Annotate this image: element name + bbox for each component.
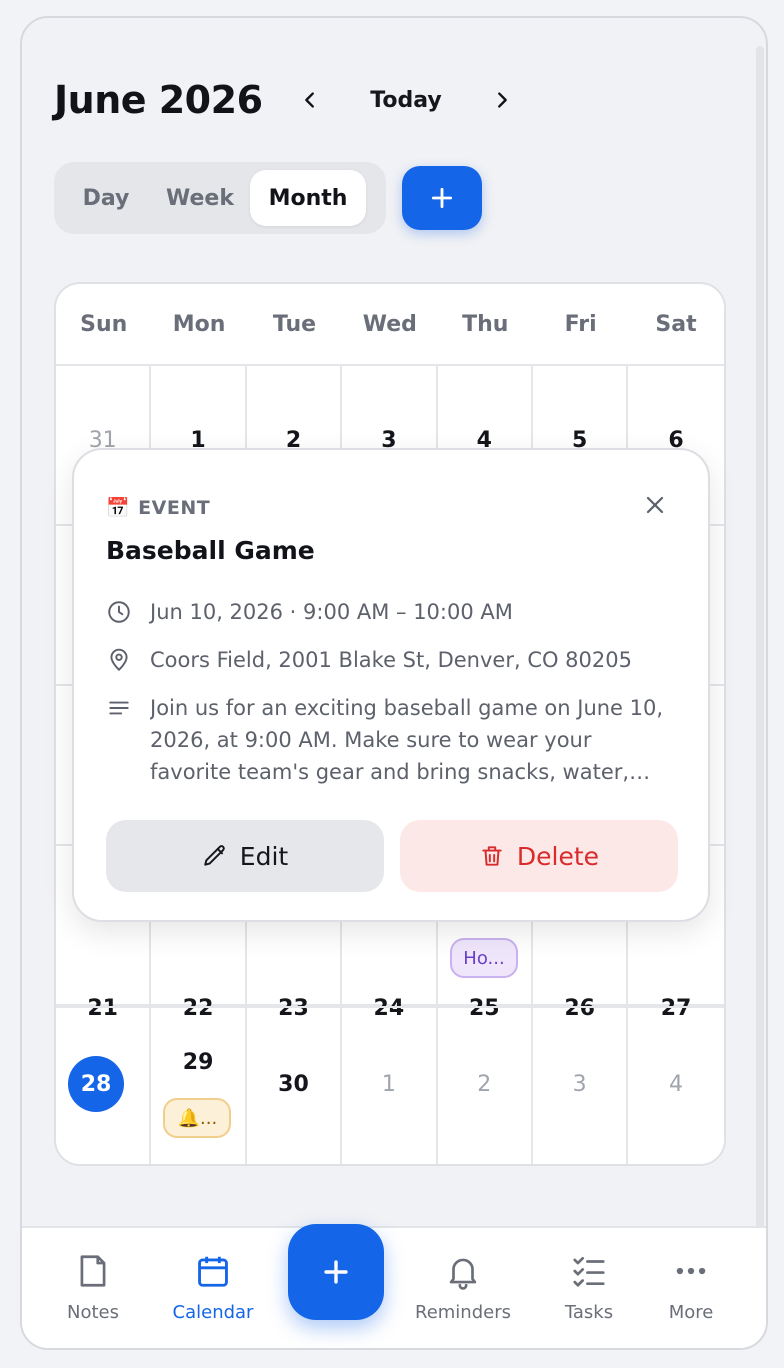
- plus-icon: [324, 1260, 348, 1284]
- today-marker: 28: [68, 1056, 124, 1112]
- close-icon: [646, 496, 664, 514]
- checklist-icon: [570, 1250, 608, 1292]
- tab-label: More: [668, 1302, 714, 1323]
- event-location-row: Coors Field, 2001 Blake St, Denver, CO 8…: [106, 644, 632, 676]
- event-popup: 📅 EVENT Baseball Game Jun 10, 2026 · 9:0…: [72, 448, 710, 922]
- event-location: Coors Field, 2001 Blake St, Denver, CO 8…: [150, 648, 632, 672]
- tab-calendar[interactable]: Calendar: [158, 1250, 268, 1323]
- day-cell[interactable]: 3: [533, 1008, 629, 1164]
- pencil-icon: [204, 845, 225, 866]
- bottom-tab-bar: Notes Calendar Reminders Tasks More: [22, 1224, 766, 1348]
- view-switcher: Day Week Month: [54, 162, 386, 234]
- fab-add-button[interactable]: [288, 1224, 384, 1320]
- tab-week[interactable]: Week: [150, 170, 250, 226]
- weekday-label: Sat: [655, 311, 697, 337]
- event-type: 📅 EVENT: [106, 496, 211, 520]
- tab-month[interactable]: Month: [250, 170, 366, 226]
- weekday-label: Fri: [564, 311, 597, 337]
- edit-button[interactable]: Edit: [106, 820, 384, 892]
- event-type-label: EVENT: [138, 496, 211, 519]
- tab-notes[interactable]: Notes: [38, 1250, 148, 1323]
- day-cell[interactable]: 29 🔔...: [151, 1008, 247, 1164]
- event-description: Join us for an exciting baseball game on…: [150, 696, 664, 784]
- weekday-label: Mon: [172, 311, 226, 337]
- week-row: 28 29 🔔... 30 1 2 3 4: [56, 1006, 724, 1164]
- event-title: Baseball Game: [106, 536, 315, 565]
- location-pin-icon: [106, 644, 132, 676]
- day-cell[interactable]: 2: [438, 1008, 533, 1164]
- chevron-left-icon: [305, 92, 314, 108]
- clock-icon: [106, 596, 132, 628]
- event-description-row: Join us for an exciting baseball game on…: [106, 692, 666, 788]
- description-lines-icon: [106, 692, 132, 724]
- calendar-emoji-icon: 📅: [106, 497, 131, 519]
- event-time-row: Jun 10, 2026 · 9:00 AM – 10:00 AM: [106, 596, 513, 628]
- app-window: June 2026 Today Day Week Month Sun Mon T…: [20, 16, 768, 1350]
- day-cell[interactable]: 30: [247, 1008, 343, 1164]
- tab-reminders[interactable]: Reminders: [408, 1250, 518, 1323]
- day-number: 4: [669, 1072, 684, 1097]
- weekday-label: Tue: [272, 311, 317, 337]
- tab-more[interactable]: More: [636, 1250, 746, 1323]
- scrollbar[interactable]: [756, 46, 764, 1336]
- reminder-chip[interactable]: 🔔...: [163, 1098, 232, 1138]
- tab-tasks[interactable]: Tasks: [534, 1250, 644, 1323]
- day-number: 29: [182, 1050, 214, 1075]
- weekday-header: Sun Mon Tue Wed Thu Fri Sat: [56, 284, 724, 366]
- day-number: 2: [477, 1072, 492, 1097]
- add-event-button[interactable]: [402, 166, 482, 230]
- weekday-label: Sun: [80, 311, 128, 337]
- plus-icon: [431, 187, 453, 209]
- edit-label: Edit: [239, 841, 289, 871]
- bell-icon: [444, 1250, 482, 1292]
- chevron-right-icon: [498, 92, 507, 108]
- day-number: 30: [278, 1072, 309, 1097]
- day-cell[interactable]: 28: [56, 1008, 152, 1164]
- day-cell[interactable]: 4: [628, 1008, 723, 1164]
- day-number: 3: [572, 1072, 587, 1097]
- weekday-label: Thu: [462, 311, 509, 337]
- tab-label: Reminders: [415, 1302, 511, 1323]
- weekday-label: Wed: [362, 311, 417, 337]
- prev-month-button[interactable]: [290, 80, 330, 120]
- tab-label: Notes: [67, 1302, 119, 1323]
- event-time: Jun 10, 2026 · 9:00 AM – 10:00 AM: [150, 600, 513, 624]
- day-cell[interactable]: 1: [342, 1008, 438, 1164]
- close-button[interactable]: [638, 488, 672, 522]
- calendar-header: June 2026 Today: [54, 76, 522, 124]
- trash-icon: [482, 846, 502, 866]
- today-button[interactable]: Today: [330, 88, 482, 113]
- note-icon: [74, 1250, 112, 1292]
- event-chip[interactable]: Ho...: [450, 938, 518, 978]
- calendar-icon: [194, 1250, 232, 1292]
- tab-day[interactable]: Day: [62, 170, 150, 226]
- tab-label: Calendar: [172, 1302, 254, 1323]
- day-number: 1: [381, 1072, 396, 1097]
- more-dots-icon: [672, 1250, 710, 1292]
- month-title: June 2026: [54, 78, 263, 122]
- next-month-button[interactable]: [482, 80, 522, 120]
- tab-label: Tasks: [564, 1302, 614, 1323]
- delete-button[interactable]: Delete: [400, 820, 678, 892]
- delete-label: Delete: [516, 841, 600, 871]
